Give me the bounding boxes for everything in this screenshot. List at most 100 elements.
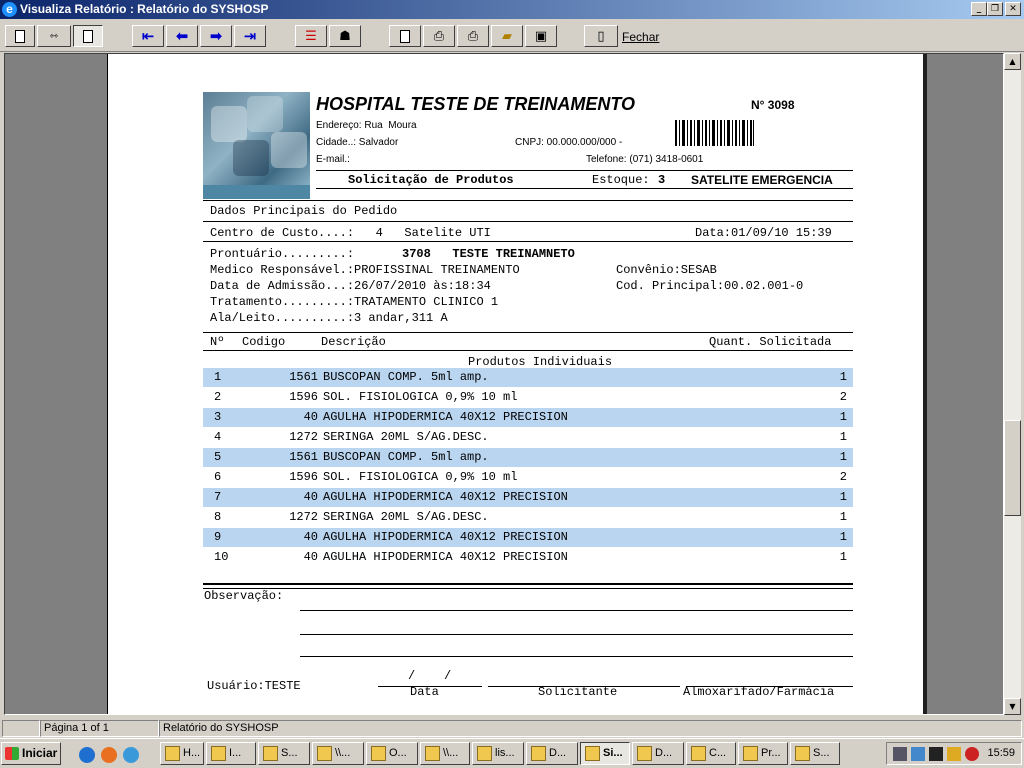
- item-description: BUSCOPAN COMP. 5ml amp.: [323, 370, 489, 384]
- page-icon: [15, 29, 25, 43]
- browser-icon[interactable]: [123, 747, 139, 763]
- scroll-down-button[interactable]: ▼: [1004, 698, 1021, 715]
- vertical-scrollbar[interactable]: ▲ ▼: [1004, 53, 1021, 715]
- stop-icon[interactable]: [965, 747, 979, 761]
- user-label: Usuário:TESTE: [207, 679, 301, 693]
- taskbar-item-label: Pr...: [761, 747, 781, 759]
- floppy-disk-icon: ▣: [534, 28, 548, 44]
- taskbar-item-label: Si...: [603, 747, 623, 759]
- taskbar-item[interactable]: C...: [686, 742, 736, 765]
- cost-center: Centro de Custo....: 4 Satelite UTI: [210, 226, 491, 240]
- signature-date-label: Data: [410, 685, 439, 699]
- taskbar-item[interactable]: O...: [366, 742, 418, 765]
- bed: Ala/Leito..........:3 andar,311 A: [210, 311, 448, 325]
- item-number: 9: [214, 530, 222, 544]
- taskbar-item-label: D...: [655, 747, 673, 759]
- start-button[interactable]: Iniciar: [1, 742, 61, 765]
- section-title: Dados Principais do Pedido: [210, 204, 398, 218]
- col-quantity-header: Quant. Solicitada: [709, 335, 832, 349]
- taskbar-item-label: lis...: [495, 747, 515, 759]
- item-quantity: 1: [839, 510, 847, 524]
- task-app-icon: [371, 746, 386, 761]
- item-number: 7: [214, 490, 222, 504]
- hospital-city: Cidade..: Salvador: [316, 137, 399, 148]
- door-icon: ▯: [597, 28, 605, 44]
- close-report-button[interactable]: ▯: [584, 25, 618, 47]
- task-app-icon: [795, 746, 810, 761]
- taskbar-item[interactable]: D...: [526, 742, 578, 765]
- taskbar-item-label: S...: [813, 747, 830, 759]
- close-report-label[interactable]: Fechar: [622, 30, 659, 44]
- monitor-icon[interactable]: [911, 747, 925, 761]
- shield-icon[interactable]: [947, 747, 961, 761]
- internet-explorer-icon[interactable]: [79, 747, 95, 763]
- binoculars-icon: ☗: [339, 28, 351, 44]
- item-description: BUSCOPAN COMP. 5ml amp.: [323, 450, 489, 464]
- item-quantity: 1: [839, 530, 847, 544]
- minimize-button[interactable]: _: [971, 2, 987, 16]
- open-button[interactable]: ▰: [491, 25, 523, 47]
- previous-page-button[interactable]: ⬅: [166, 25, 198, 47]
- first-page-icon: ⇤: [141, 27, 155, 45]
- system-tray: 15:59: [886, 742, 1022, 765]
- goto-page-button[interactable]: ☰: [295, 25, 327, 47]
- device-icon[interactable]: [929, 747, 943, 761]
- item-code: 1272: [289, 510, 318, 524]
- printer-setup-button[interactable]: ⎙: [423, 25, 455, 47]
- item-code: 1561: [289, 370, 318, 384]
- first-page-button[interactable]: ⇤: [132, 25, 164, 47]
- find-button[interactable]: ☗: [329, 25, 361, 47]
- clock: 15:59: [987, 747, 1015, 759]
- taskbar-item[interactable]: S...: [790, 742, 840, 765]
- taskbar-item-label: \\...: [335, 747, 351, 759]
- taskbar-item[interactable]: \\...: [312, 742, 364, 765]
- task-app-icon: [425, 746, 440, 761]
- hospital-address: Endereço: Rua Moura: [316, 120, 417, 131]
- close-window-button[interactable]: ✕: [1005, 2, 1021, 16]
- hospital-name: HOSPITAL TESTE DE TREINAMENTO: [316, 94, 636, 114]
- item-description: SERINGA 20ML S/AG.DESC.: [323, 510, 489, 524]
- taskbar-item[interactable]: \\...: [420, 742, 470, 765]
- taskbar-item-label: O...: [389, 747, 407, 759]
- copy-button[interactable]: [389, 25, 421, 47]
- item-code: 1596: [289, 470, 318, 484]
- taskbar-item[interactable]: S...: [258, 742, 310, 765]
- taskbar-item[interactable]: H...: [160, 742, 204, 765]
- date-blank: / /: [408, 669, 452, 683]
- page-width-button[interactable]: ⇿: [37, 25, 71, 47]
- item-quantity: 1: [839, 410, 847, 424]
- report-viewer[interactable]: HOSPITAL TESTE DE TREINAMENTO N° 3098 En…: [4, 53, 1004, 715]
- restore-button[interactable]: ❐: [987, 2, 1003, 16]
- item-number: 8: [214, 510, 222, 524]
- save-button[interactable]: ▣: [525, 25, 557, 47]
- task-app-icon: [531, 746, 546, 761]
- next-page-button[interactable]: ➡: [200, 25, 232, 47]
- window-title: Visualiza Relatório : Relatório do SYSHO…: [20, 2, 269, 16]
- taskbar-item[interactable]: D...: [632, 742, 684, 765]
- single-page-button[interactable]: [5, 25, 35, 47]
- stock-name: SATELITE EMERGENCIA: [691, 173, 833, 187]
- last-page-button[interactable]: ⇥: [234, 25, 266, 47]
- network-icon[interactable]: [893, 747, 907, 761]
- item-number: 3: [214, 410, 222, 424]
- page-width-icon: ⇿: [49, 30, 59, 42]
- taskbar-item[interactable]: Pr...: [738, 742, 788, 765]
- stock-label: Estoque:: [592, 173, 650, 187]
- item-number: 1: [214, 370, 222, 384]
- item-description: AGULHA HIPODERMICA 40X12 PRECISION: [323, 530, 568, 544]
- taskbar-item[interactable]: I...: [206, 742, 256, 765]
- firefox-icon[interactable]: [101, 747, 117, 763]
- print-button[interactable]: ⎙: [457, 25, 489, 47]
- item-code: 1561: [289, 450, 318, 464]
- report-page: HOSPITAL TESTE DE TREINAMENTO N° 3098 En…: [107, 54, 923, 714]
- scroll-up-button[interactable]: ▲: [1004, 53, 1021, 70]
- doctor: Medico Responsável.:PROFISSINAL TREINAME…: [210, 263, 520, 277]
- col-description-header: Descrição: [321, 335, 386, 349]
- item-number: 6: [214, 470, 222, 484]
- taskbar-item[interactable]: Si...: [580, 742, 630, 765]
- barcode: [675, 120, 755, 146]
- full-page-button[interactable]: [73, 25, 103, 47]
- hospital-cnpj: CNPJ: 00.000.000/000 -: [515, 137, 623, 148]
- taskbar-item[interactable]: lis...: [472, 742, 524, 765]
- scroll-thumb[interactable]: [1004, 420, 1021, 516]
